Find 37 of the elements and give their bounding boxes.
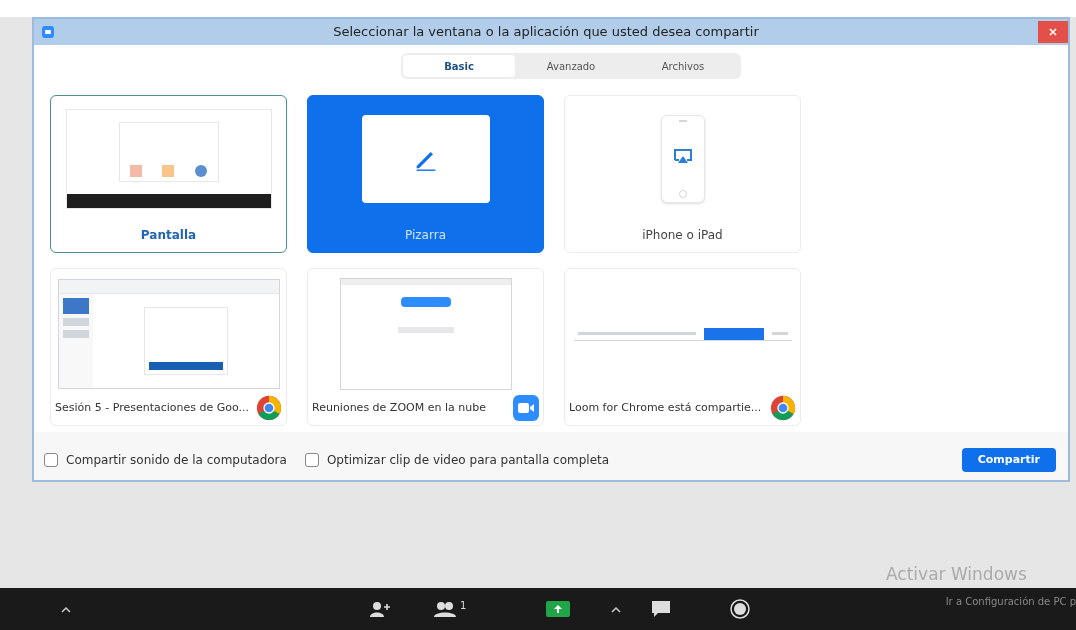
people-icon[interactable] bbox=[434, 600, 456, 617]
video-camera-icon bbox=[513, 395, 539, 421]
participant-count: 1 bbox=[460, 598, 467, 613]
share-screen-icon[interactable] bbox=[546, 600, 571, 617]
caret-up-icon[interactable] bbox=[60, 604, 72, 613]
checkbox-option[interactable]: Optimizar clip de video para pantalla completa bbox=[304, 451, 610, 469]
share-source-tile[interactable]: Pizarra bbox=[307, 95, 544, 253]
share-source-tile[interactable]: iPhone o iPad bbox=[564, 95, 801, 253]
close-icon bbox=[1049, 28, 1057, 36]
share-source-tile[interactable]: Pantalla bbox=[50, 95, 287, 253]
share-source-tile[interactable]: Loom for Chrome está compartie... bbox=[564, 268, 801, 426]
tab[interactable]: Avanzado bbox=[515, 55, 627, 77]
checkbox[interactable] bbox=[44, 453, 58, 467]
window-title: Seleccionar la ventana o la aplicación que usted desea compartir bbox=[333, 23, 759, 42]
tile-label: Loom for Chrome está compartie... bbox=[569, 399, 762, 416]
browser-logo-icon bbox=[256, 395, 282, 421]
screen-mirroring-icon bbox=[672, 148, 693, 164]
app-logo-icon bbox=[42, 26, 54, 38]
checkbox-option[interactable]: Compartir sonido de la computadora bbox=[44, 451, 287, 469]
tile-label: Pantalla bbox=[140, 227, 197, 244]
checkbox[interactable] bbox=[304, 453, 319, 467]
tab[interactable]: Archivos bbox=[627, 55, 739, 77]
tile-label: iPhone o iPad bbox=[642, 227, 723, 244]
activation-notice-title: Activar Windows bbox=[886, 563, 1028, 586]
share-button[interactable]: Compartir bbox=[961, 448, 1056, 472]
add-person-icon[interactable] bbox=[370, 600, 392, 617]
share-source-tile[interactable]: Reuniones de ZOOM en la nube bbox=[307, 268, 544, 426]
caret-up-icon[interactable] bbox=[610, 604, 623, 613]
browser-logo-icon bbox=[770, 395, 796, 421]
chat-bubble-icon[interactable] bbox=[650, 599, 673, 618]
tab[interactable]: Basic bbox=[403, 55, 515, 77]
tile-label: Reuniones de ZOOM en la nube bbox=[312, 399, 486, 416]
record-icon[interactable] bbox=[730, 598, 751, 619]
activation-notice-subtitle: Ir a Configuración de PC p bbox=[945, 594, 1076, 609]
tile-label: Sesión 5 - Presentaciones de Goo... bbox=[55, 399, 250, 416]
share-source-tile[interactable]: Sesión 5 - Presentaciones de Goo... bbox=[50, 268, 287, 426]
tile-label: Pizarra bbox=[405, 227, 446, 244]
